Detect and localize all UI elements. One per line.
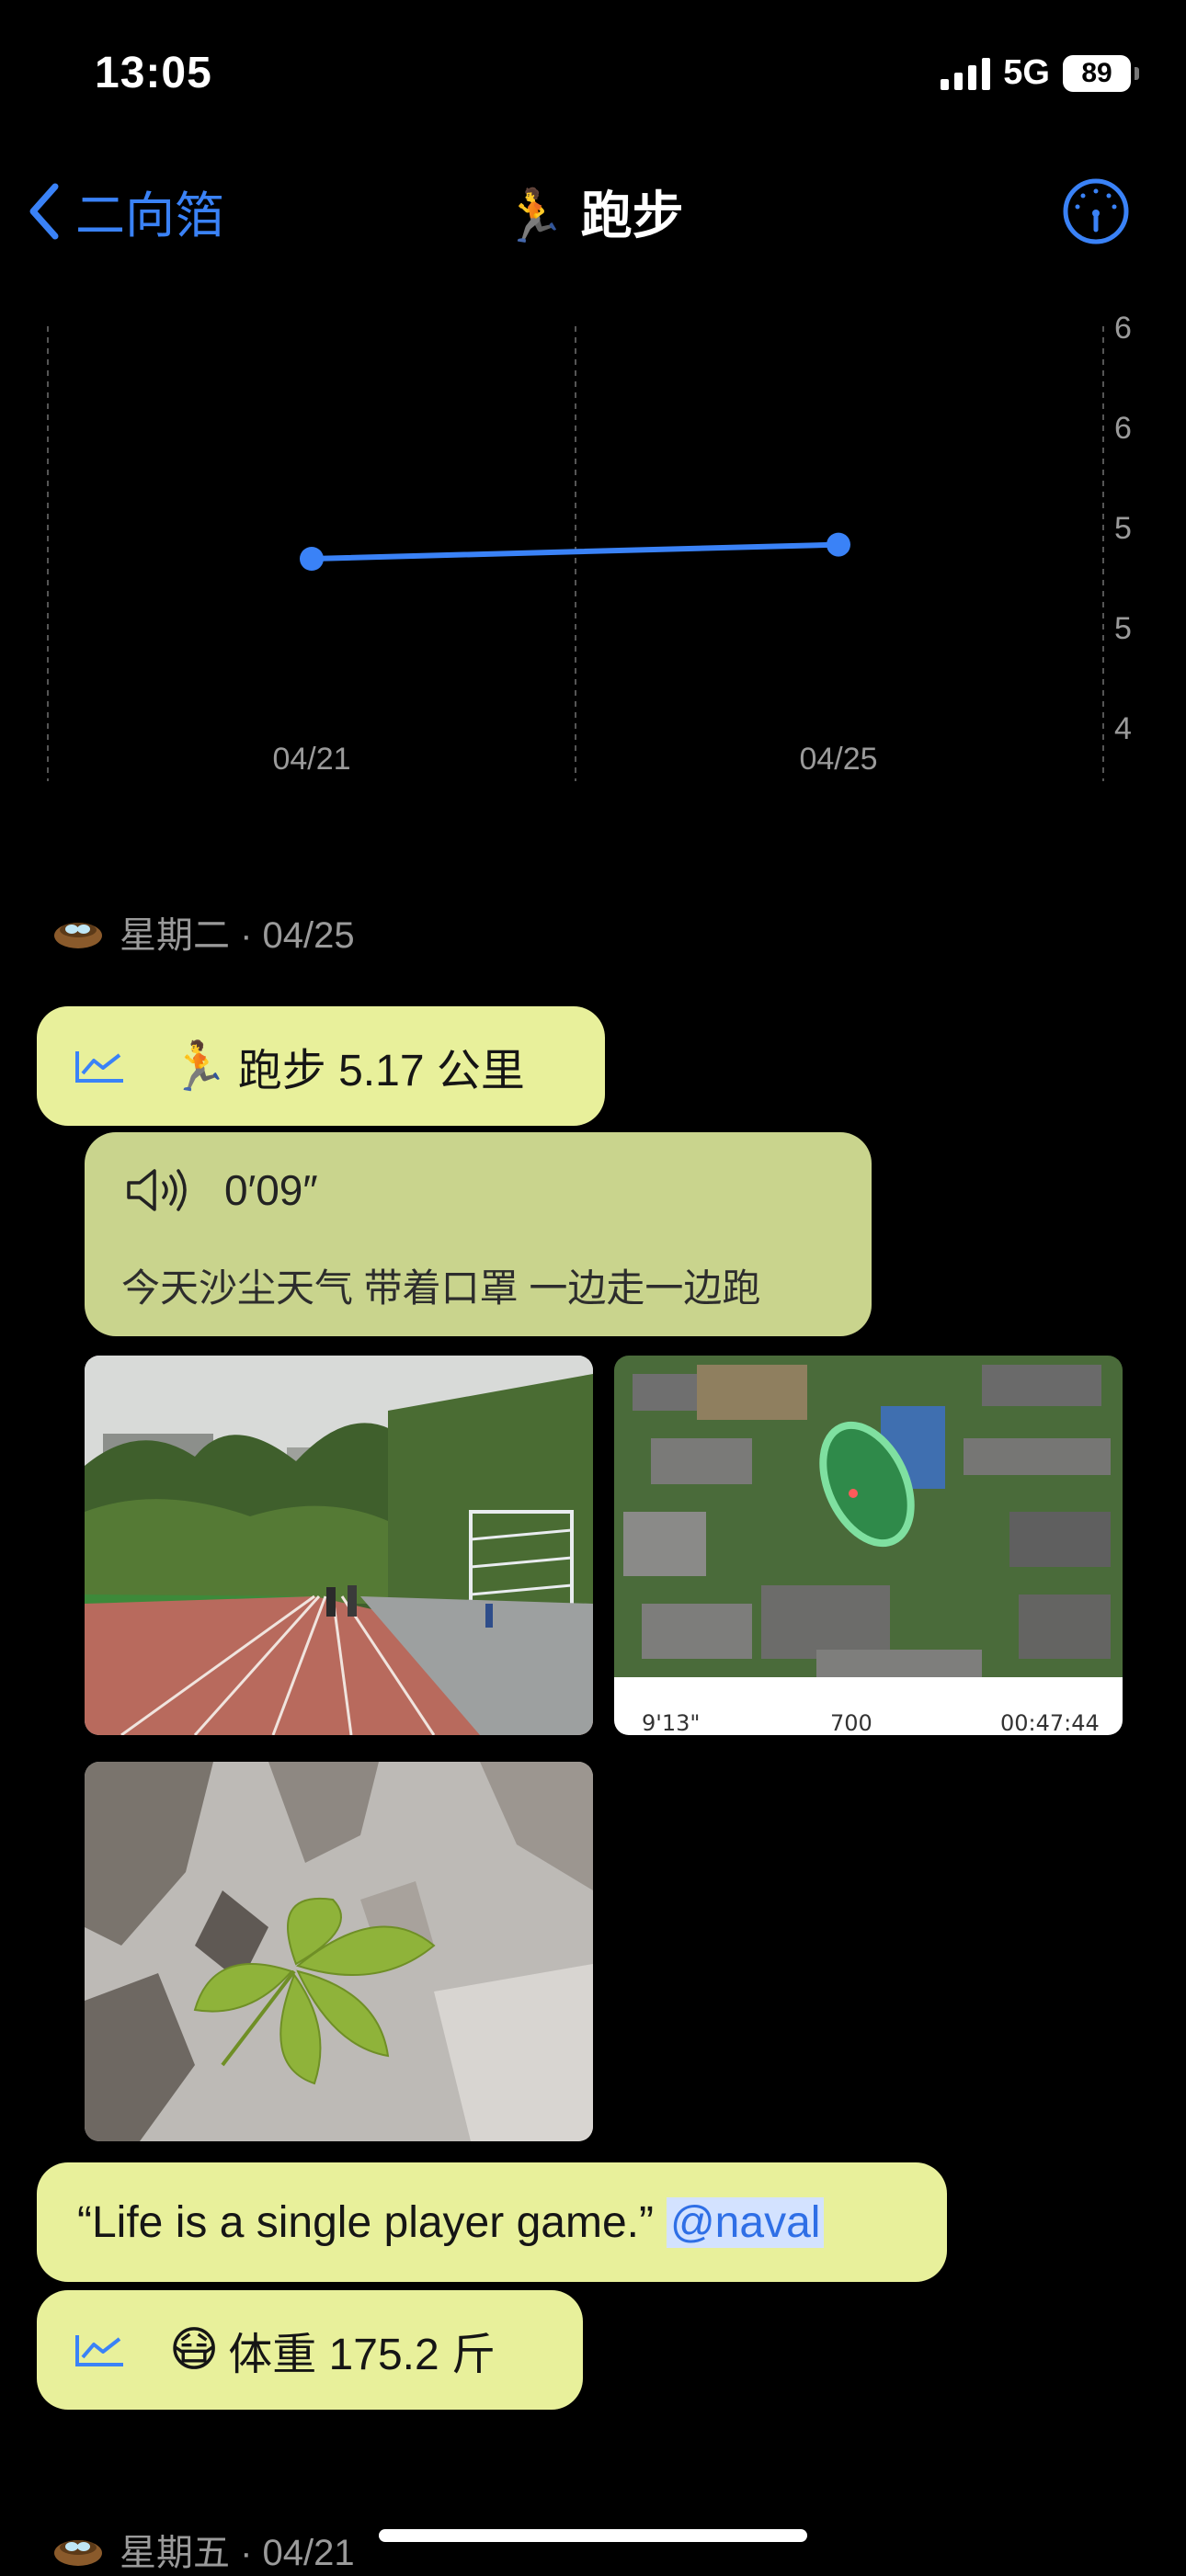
voice-note-bubble[interactable]: 0′09″ 今天沙尘天气 带着口罩 一边走一边跑 (85, 1132, 872, 1336)
running-emoji: 🏃 (169, 1039, 229, 1094)
map-calories: 700 (830, 1710, 872, 1735)
run-entry-bubble[interactable]: 🏃 跑步 5.17 公里 (37, 1006, 605, 1126)
chart-x-tick-label: 04/21 (272, 742, 350, 777)
chart-x-tick-label: 04/25 (799, 742, 877, 777)
voice-duration: 0′09″ (224, 1166, 318, 1214)
quote-bubble[interactable]: “Life is a single player game.” @naval (37, 2162, 947, 2282)
chart-y-tick-label: 4 (1114, 711, 1132, 746)
chart-series-line (309, 541, 841, 562)
chart-y-tick-label: 6 (1114, 411, 1132, 446)
weight-run-chart: 6 6 5 5 4 04/21 04/25 (0, 303, 1186, 800)
signal-icon (941, 57, 991, 90)
trend-chart-icon[interactable] (74, 2332, 125, 2368)
day-header: 星期二 · 04/25 (53, 905, 355, 959)
weight-text: 体重 175.2 斤 (228, 2331, 496, 2379)
weight-entry-bubble[interactable]: 😷 体重 175.2 斤 (37, 2290, 583, 2410)
back-label: 二向箔 (75, 188, 224, 244)
photo-running-track[interactable] (85, 1356, 593, 1735)
chart-y-tick-label: 5 (1114, 511, 1132, 546)
battery-level: 89 (1081, 57, 1112, 88)
day-label: 星期五 · 04/21 (120, 2533, 355, 2573)
day-header: 星期五 · 04/21 (53, 2523, 355, 2576)
back-button[interactable]: 二向箔 (26, 175, 224, 247)
page-title-text: 跑步 (580, 187, 684, 244)
chart-data-point (827, 532, 850, 557)
network-label: 5G (1003, 53, 1050, 92)
home-indicator (379, 2529, 807, 2542)
quote-text: “Life is a single player game.” (77, 2197, 654, 2247)
voice-transcript: 今天沙尘天气 带着口罩 一边走一边跑 (121, 1266, 761, 1310)
nest-icon (54, 2540, 102, 2566)
speaker-icon[interactable] (125, 1167, 193, 1213)
running-emoji: 🏃 (502, 187, 567, 244)
chart-data-point (300, 547, 324, 571)
chart-y-tick-label: 5 (1114, 611, 1132, 646)
run-text: 跑步 5.17 公里 (237, 1047, 525, 1095)
photo-ginkgo-leaf[interactable] (85, 1762, 593, 2141)
trend-chart-icon[interactable] (74, 1048, 125, 1084)
status-time: 13:05 (95, 49, 212, 97)
status-indicators: 5G 89 (941, 53, 1139, 93)
photo-run-map[interactable]: 9'13" 700 00:47:44 (614, 1356, 1123, 1735)
gauge-icon[interactable] (1061, 176, 1131, 246)
map-duration: 00:47:44 (1000, 1710, 1100, 1735)
chart-y-tick-label: 6 (1114, 311, 1132, 346)
chevron-left-icon (29, 183, 59, 239)
nest-icon (54, 923, 102, 948)
day-label: 星期二 · 04/25 (120, 915, 355, 956)
mask-emoji: 😷 (169, 2323, 220, 2377)
battery-icon: 89 (1063, 54, 1139, 92)
map-pace: 9'13" (642, 1710, 700, 1735)
mention-link[interactable]: @naval (666, 2196, 825, 2248)
